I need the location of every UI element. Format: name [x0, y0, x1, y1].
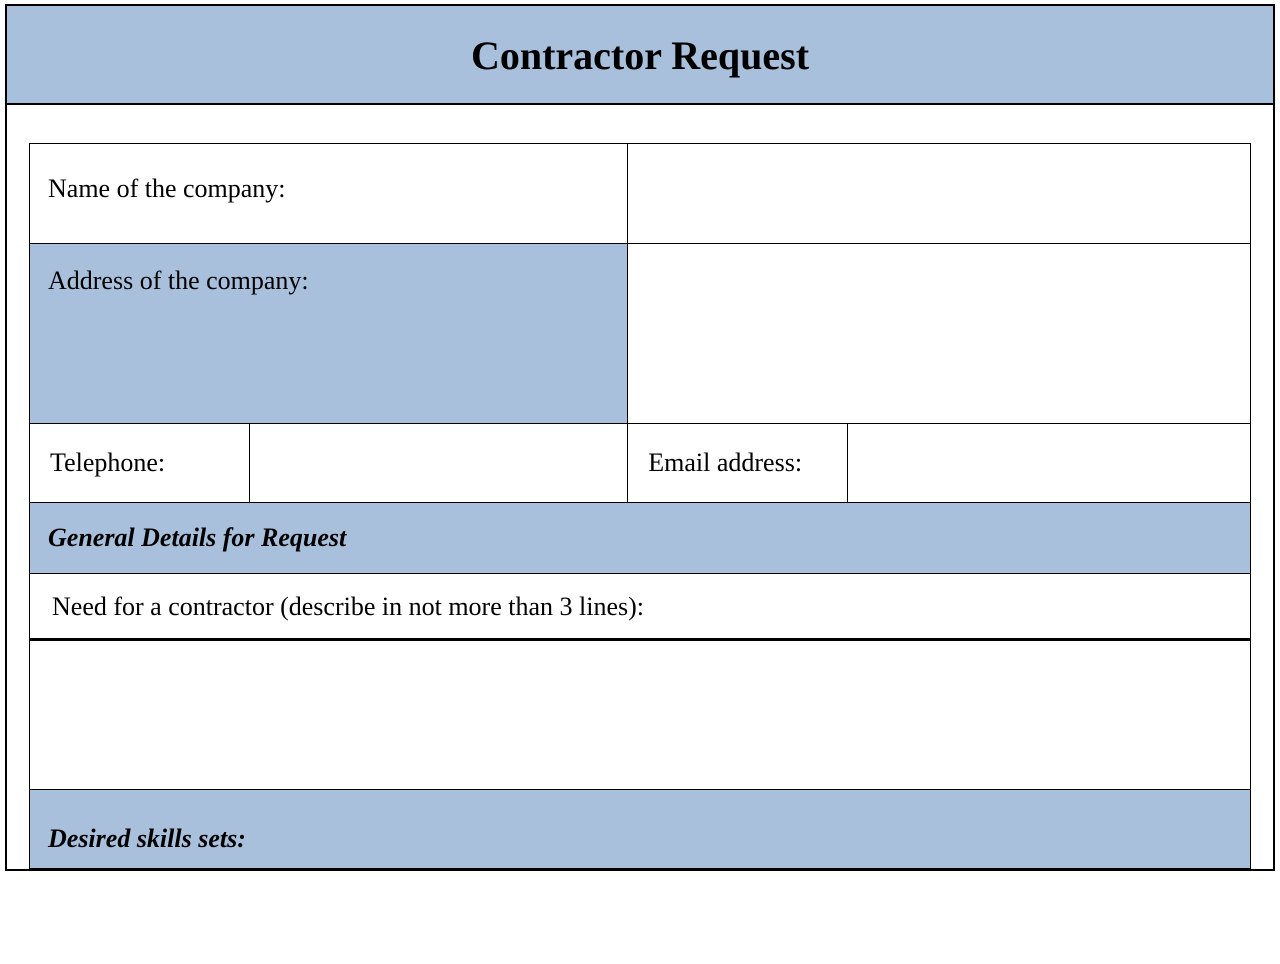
form-table: Name of the company: Address of the comp… — [29, 143, 1251, 869]
telephone-input[interactable] — [249, 424, 628, 503]
telephone-label: Telephone: — [30, 424, 250, 503]
form-body: Name of the company: Address of the comp… — [7, 105, 1273, 869]
form-title-bar: Contractor Request — [7, 6, 1273, 105]
email-label: Email address: — [628, 424, 848, 503]
need-for-contractor-label: Need for a contractor (describe in not m… — [30, 574, 1251, 640]
need-for-contractor-input[interactable] — [30, 640, 1251, 790]
desired-skills-heading: Desired skills sets: — [30, 790, 1251, 869]
email-input[interactable] — [848, 424, 1251, 503]
form-title: Contractor Request — [7, 32, 1273, 79]
company-name-input[interactable] — [628, 144, 1251, 244]
company-address-label: Address of the company: — [30, 244, 628, 424]
general-details-heading: General Details for Request — [30, 503, 1251, 574]
form-container: Contractor Request Name of the company: … — [5, 4, 1275, 871]
company-name-label: Name of the company: — [30, 144, 628, 244]
company-address-input[interactable] — [628, 244, 1251, 424]
